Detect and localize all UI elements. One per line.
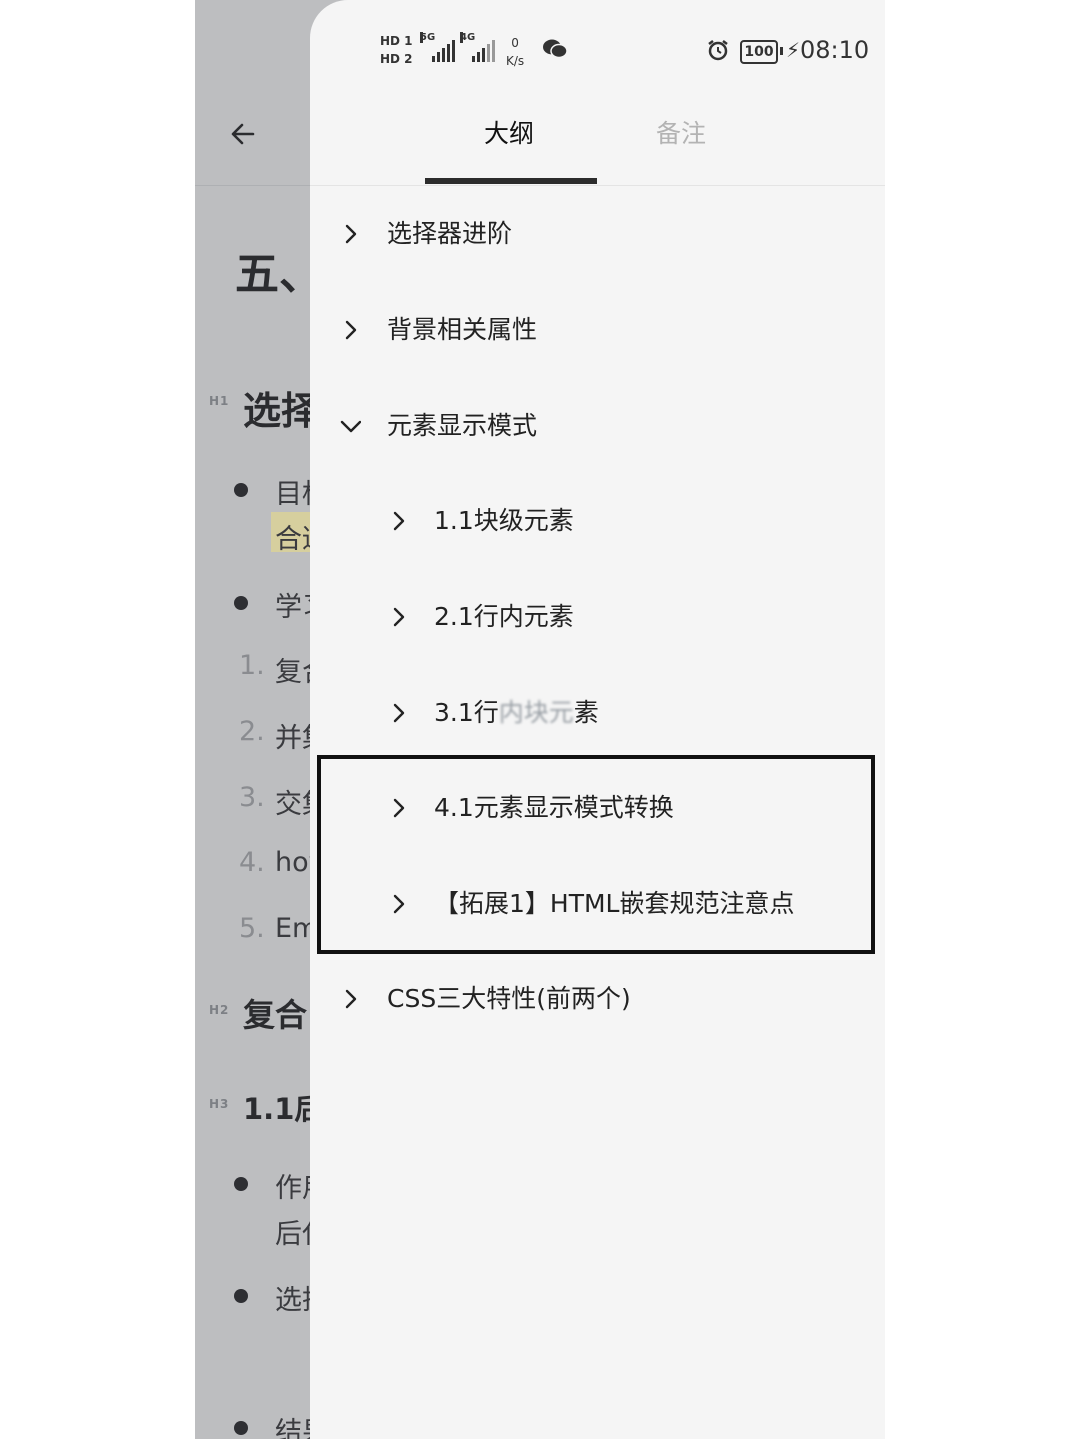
signal-icon: 5G <box>420 32 455 62</box>
status-time: 08:10 <box>800 36 870 64</box>
chevron-right-icon[interactable] <box>389 605 409 629</box>
net-speed-unit: K/s <box>506 54 525 68</box>
h2-heading: 复合 <box>243 996 308 1034</box>
chevron-down-icon[interactable] <box>337 414 361 438</box>
outline-subitem[interactable]: 2.1行内元素 <box>310 569 885 665</box>
battery-tip <box>780 47 783 55</box>
hd-indicator: HD 1 HD 2 <box>380 32 413 68</box>
arrow-left-icon <box>231 123 255 145</box>
ordered-num: 4. <box>239 847 265 878</box>
h1-heading: 选择 <box>243 389 320 433</box>
wechat-icon <box>543 39 568 59</box>
ordered-num: 5. <box>239 913 265 944</box>
battery-level: 100 <box>740 40 778 64</box>
h2-tag: H2 <box>209 1003 230 1017</box>
outline-item-label: 3.1行内块元素 <box>434 693 599 729</box>
alarm-icon <box>708 40 728 61</box>
outline-item-label: 元素显示模式 <box>387 411 538 440</box>
status-bar: HD 1 HD 2 5G 4G 0 K/s 100 ⚡ 08:10 <box>310 28 885 76</box>
ordered-num: 2. <box>239 716 265 747</box>
ordered-num: 3. <box>239 782 265 813</box>
h1-tag: H1 <box>209 394 230 408</box>
tab-active-indicator <box>425 178 597 184</box>
tab-outline[interactable]: 大纲 <box>484 114 534 150</box>
net-speed: 0 K/s <box>506 34 524 70</box>
charging-bolt-icon: ⚡ <box>786 38 801 62</box>
annotation-box <box>317 755 875 954</box>
bullet-dot <box>234 1421 248 1435</box>
signal-gen-label: 5G <box>420 32 436 43</box>
outline-subitem[interactable]: 3.1行内块元素 <box>310 665 885 761</box>
outline-item-label: 2.1行内元素 <box>434 602 574 631</box>
chevron-right-icon[interactable] <box>341 222 361 246</box>
bullet-dot <box>234 596 248 610</box>
outline-item-label: 1.1块级元素 <box>434 506 574 535</box>
ordered-num: 1. <box>239 650 265 681</box>
outline-item[interactable]: 选择器进阶 <box>310 186 885 282</box>
hd-line: HD 2 <box>380 52 413 66</box>
label-blurred: 内块元 <box>498 698 574 727</box>
label-prefix: 3.1行 <box>434 698 499 727</box>
chevron-right-icon[interactable] <box>389 701 409 725</box>
tab-notes[interactable]: 备注 <box>656 114 706 150</box>
outline-drawer: HD 1 HD 2 5G 4G 0 K/s 100 ⚡ 08:10 大纲 备注 … <box>310 0 885 1439</box>
chevron-right-icon[interactable] <box>341 318 361 342</box>
chevron-right-icon[interactable] <box>389 509 409 533</box>
signal-icon: 4G <box>460 32 495 62</box>
net-speed-value: 0 <box>511 36 519 50</box>
back-button[interactable] <box>221 112 265 156</box>
bullet-dot <box>234 1289 248 1303</box>
h3-tag: H3 <box>209 1097 230 1111</box>
outline-item[interactable]: CSS三大特性(前两个) <box>310 951 885 1047</box>
chevron-right-icon[interactable] <box>341 987 361 1011</box>
hd-line: HD 1 <box>380 34 413 48</box>
signal-gen-label: 4G <box>460 32 476 43</box>
drawer-tabs: 大纲 备注 <box>310 100 885 186</box>
outline-item-label: CSS三大特性(前两个) <box>387 984 631 1013</box>
outline-item-label: 选择器进阶 <box>387 219 513 248</box>
outline-item[interactable]: 元素显示模式 <box>310 378 885 474</box>
bullet-dot <box>234 1177 248 1191</box>
outline-item-label: 背景相关属性 <box>387 315 538 344</box>
label-suffix: 素 <box>573 698 599 727</box>
outline-subitem[interactable]: 1.1块级元素 <box>310 473 885 569</box>
outline-item[interactable]: 背景相关属性 <box>310 282 885 378</box>
bullet-dot <box>234 483 248 497</box>
